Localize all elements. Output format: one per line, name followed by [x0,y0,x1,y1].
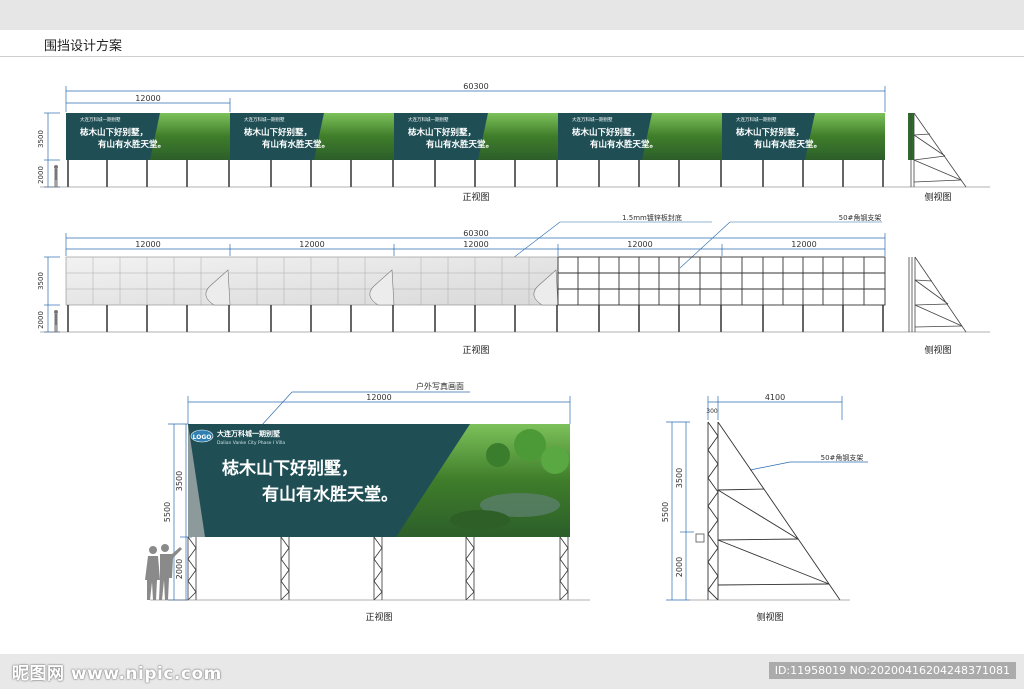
detail-height-total: 5500 [163,502,172,522]
detail-logo: LOGO [193,434,212,441]
row1-panel-5-brand: 大连万科城一期别墅 [736,116,777,123]
side-detail-callout-frame: 50#角钢支架 [821,453,864,462]
row2-steel-frame [557,256,886,306]
row2-height-lower: 2000 [37,311,45,329]
row2-posts [67,305,884,332]
row1-panel-3-line2: 有山有水胜天堂。 [426,139,494,150]
row1-side-view: 侧视图 [908,112,967,203]
row1-panel-5-line2: 有山有水胜天堂。 [754,139,822,150]
side-detail-small-dim: 300 [706,408,718,415]
row1-front-view-label: 正视图 [462,191,489,203]
row1-panel-1-line2: 有山有水胜天堂。 [98,139,166,150]
fence-design-drawing: 60300 12000 3500 2000 大连万科城一期别墅 梽木山下好别墅，… [37,82,990,623]
row1-panel-5-line1: 梽木山下好别墅， [736,127,804,138]
row1-panel-1-brand: 大连万科城一期别墅 [80,116,121,123]
row1-panel-2-line2: 有山有水胜天堂。 [262,139,330,150]
row1-total-dim: 60300 [463,82,488,91]
detail-headline-2: 有山有水胜天堂。 [262,484,398,505]
detail-width-dim: 12000 [366,393,391,402]
detail-height-upper: 3500 [175,471,184,491]
row1-panel-1-line1: 梽木山下好别墅， [80,127,148,138]
row1-posts [67,160,884,187]
row2-sheet-panels [65,256,559,306]
row2-callout-sheet: 1.5mm镀锌板封底 [622,213,682,222]
row2-height-upper: 3500 [37,272,45,290]
detail-callout-print: 户外写真画面 [416,381,464,391]
row2-side-view: 侧视图 [908,256,967,356]
row2-person-silhouette [54,310,58,332]
detail-height-lower: 2000 [175,559,184,579]
detail-headline-1: 梽木山下好别墅， [222,458,358,479]
row1-front-view: 60300 12000 3500 2000 大连万科城一期别墅 梽木山下好别墅，… [37,82,990,203]
row1-panel-2-brand: 大连万科城一期别墅 [244,116,285,123]
row1-person-silhouette [54,165,58,187]
row2-panel-dim-4: 12000 [627,240,652,249]
row1-panel-dim: 12000 [135,94,160,103]
row2-panel-dim-3: 12000 [463,240,488,249]
side-detail-view-label: 侧视图 [756,611,783,623]
detail-billboard: LOGO 大连万科城一期别墅 Dalian Vanke City Phase I… [188,424,570,537]
row1-panel-4-line1: 梽木山下好别墅， [572,127,640,138]
row1-panel-3-line1: 梽木山下好别墅， [408,127,476,138]
row1-billboards: 大连万科城一期别墅 梽木山下好别墅， 有山有水胜天堂。 大连万科城一期别墅 梽木… [66,113,885,160]
row1-side-view-label: 侧视图 [924,191,951,203]
detail-truss-posts [187,536,569,601]
side-detail-frame [695,421,841,601]
row1-panel-2-line1: 梽木山下好别墅， [244,127,312,138]
row2-front-view: 60300 12000 12000 12000 12000 12000 3500… [37,213,990,356]
row2-total-dim: 60300 [463,229,488,238]
detail-side-view: 4100 300 5500 3500 2000 50#角钢支架 侧视图 [661,393,868,623]
side-detail-width-dim: 4100 [765,393,785,402]
side-detail-height-upper: 3500 [675,468,684,488]
row2-panel-dim-5: 12000 [791,240,816,249]
detail-brand-cn: 大连万科城一期别墅 [217,429,280,438]
side-detail-height-lower: 2000 [675,557,684,577]
row2-panel-dim-1: 12000 [135,240,160,249]
watermark-id: ID:11958019 NO:20200416204248371081 [768,662,1016,679]
watermark-site: 昵图网 www.nipic.com [12,664,222,684]
row1-panel-4-line2: 有山有水胜天堂。 [590,139,658,150]
row1-panel-4-brand: 大连万科城一期别墅 [572,116,613,123]
side-detail-height-total: 5500 [661,502,670,522]
row2-panel-dim-2: 12000 [299,240,324,249]
detail-front-view: 户外写真画面 12000 5500 3500 2000 LOGO 大连万科城一期… [145,381,590,623]
row1-height-upper: 3500 [37,130,45,148]
row2-callout-frame: 50#角钢支架 [839,213,882,222]
detail-front-view-label: 正视图 [365,611,392,623]
row1-panel-3-brand: 大连万科城一期别墅 [408,116,449,123]
detail-brand-en: Dalian Vanke City Phase I Villa [217,440,285,446]
row1-height-lower: 2000 [37,166,45,184]
row2-side-view-label: 侧视图 [924,344,951,356]
row2-front-view-label: 正视图 [462,344,489,356]
